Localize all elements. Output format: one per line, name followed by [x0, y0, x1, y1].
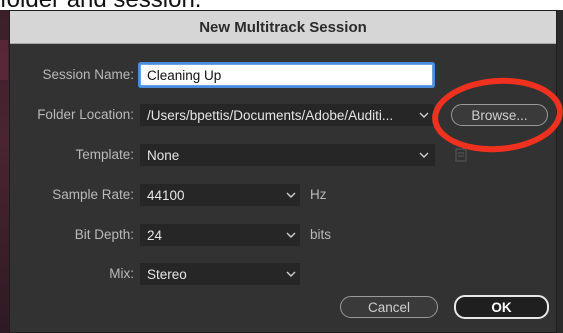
- template-dropdown[interactable]: None: [140, 144, 435, 166]
- dialog-title: New Multitrack Session: [199, 18, 367, 36]
- mix-label: Mix:: [109, 266, 134, 281]
- template-value: None: [147, 147, 180, 163]
- sample-rate-dropdown[interactable]: 44100: [140, 184, 300, 206]
- folder-location-dropdown[interactable]: /Users/bpettis/Documents/Adobe/Auditi...: [140, 104, 434, 126]
- chevron-down-icon[interactable]: [282, 184, 300, 206]
- chevron-down-icon[interactable]: [282, 224, 300, 246]
- document-icon[interactable]: [455, 148, 467, 162]
- sample-rate-unit: Hz: [310, 187, 327, 202]
- bit-depth-label: Bit Depth:: [74, 227, 134, 242]
- bit-depth-dropdown[interactable]: 24: [140, 224, 300, 246]
- folder-location-value: /Users/bpettis/Documents/Adobe/Auditi...: [147, 107, 394, 123]
- folder-location-label: Folder Location:: [37, 107, 134, 122]
- chevron-down-icon[interactable]: [415, 144, 433, 166]
- bit-depth-unit: bits: [310, 227, 332, 242]
- mix-dropdown[interactable]: Stereo: [140, 263, 300, 285]
- chevron-down-icon[interactable]: [415, 104, 433, 126]
- background-app-edge-right: [556, 10, 563, 333]
- new-multitrack-session-dialog: New Multitrack Session Session Name: Cle…: [9, 10, 557, 333]
- ok-button[interactable]: OK: [454, 295, 549, 319]
- chevron-down-icon[interactable]: [282, 263, 300, 285]
- cancel-button[interactable]: Cancel: [340, 296, 438, 318]
- sample-rate-value: 44100: [147, 187, 185, 203]
- bit-depth-value: 24: [147, 227, 163, 243]
- dialog-titlebar: New Multitrack Session: [10, 11, 556, 44]
- session-name-label: Session Name:: [42, 67, 134, 82]
- session-name-input[interactable]: Cleaning Up: [140, 64, 433, 86]
- browse-button[interactable]: Browse...: [451, 104, 548, 126]
- sample-rate-label: Sample Rate:: [52, 187, 134, 202]
- template-label: Template:: [75, 147, 134, 162]
- mix-value: Stereo: [147, 266, 187, 282]
